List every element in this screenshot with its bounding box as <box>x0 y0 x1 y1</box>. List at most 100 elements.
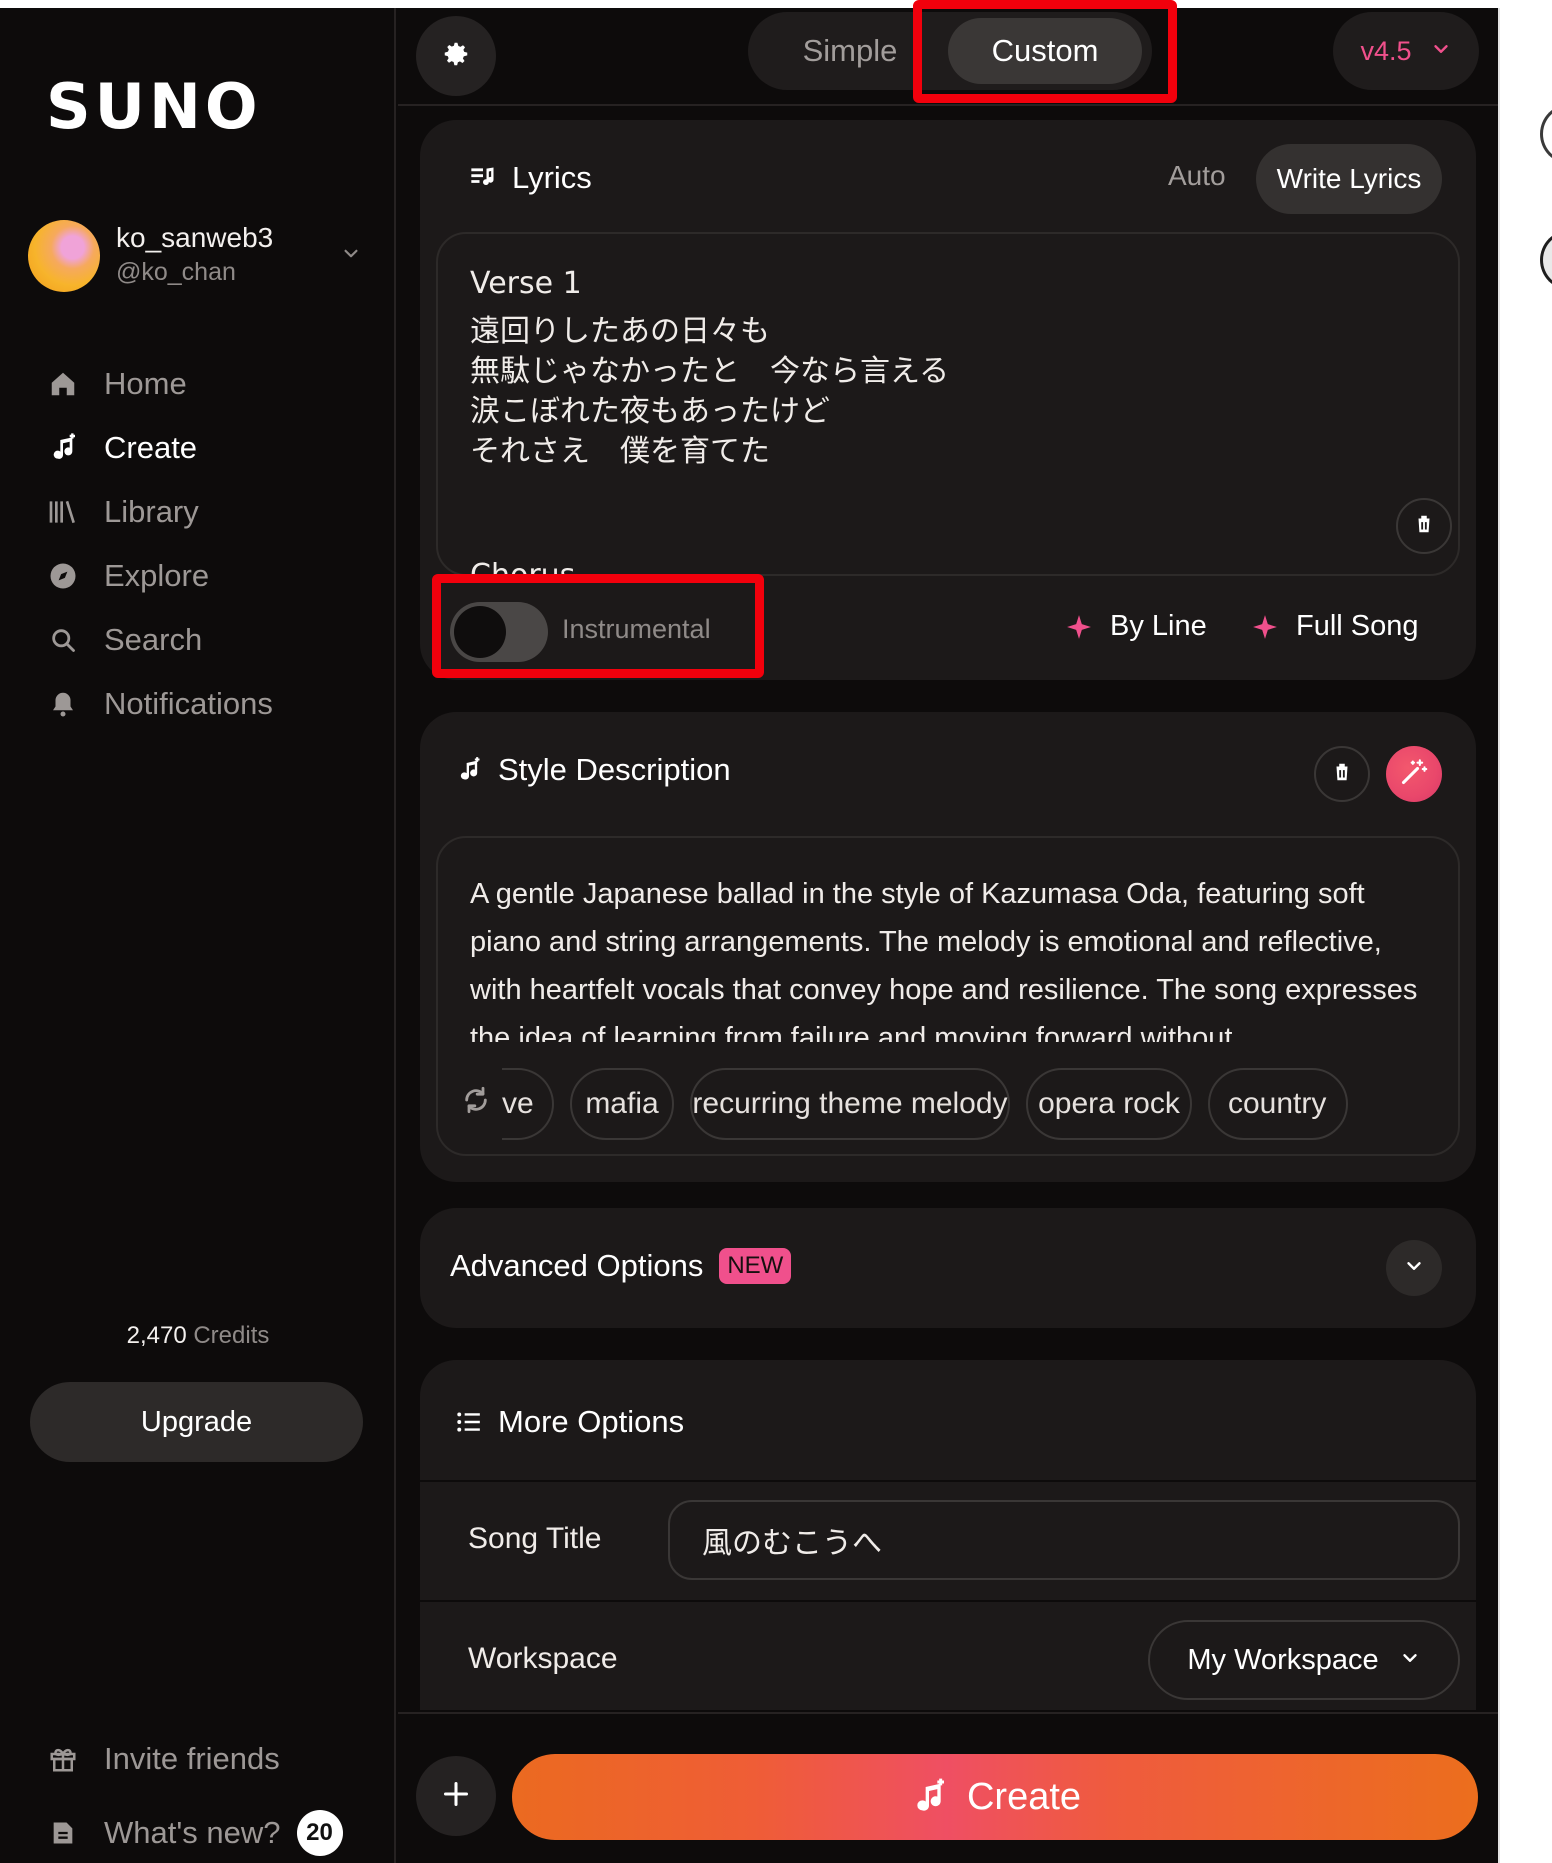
lyrics-card: Lyrics Auto Write Lyrics Verse 1 遠回りしたあの… <box>420 120 1476 680</box>
style-textarea[interactable]: A gentle Japanese ballad in the style of… <box>436 836 1460 1156</box>
credits-label: Credits <box>193 1322 270 1349</box>
lyrics-mode-auto[interactable]: Auto <box>1168 160 1226 192</box>
style-title: Style Description <box>498 752 731 787</box>
create-button-label: Create <box>966 1775 1082 1818</box>
user-name: ko_sanweb3 <box>116 222 274 253</box>
mode-toggle: Simple Custom <box>748 12 1152 90</box>
more-options-header[interactable]: More Options <box>454 1404 684 1440</box>
sidebar-item-home[interactable]: Home <box>46 356 366 412</box>
workspace-select[interactable]: My Workspace <box>1148 1620 1460 1700</box>
full-song-button[interactable]: Full Song <box>1252 610 1419 643</box>
chevron-down-icon[interactable] <box>338 240 364 266</box>
plus-icon <box>442 1780 470 1813</box>
song-title-input[interactable]: 風のむこうへ <box>668 1500 1460 1580</box>
song-title-label: Song Title <box>468 1522 602 1555</box>
magic-wand-button[interactable] <box>1386 746 1442 802</box>
chevron-down-icon <box>1430 36 1452 67</box>
sidebar-item-search[interactable]: Search <box>46 612 366 668</box>
instrumental-toggle[interactable] <box>450 602 548 662</box>
style-tag-list: ve mafia recurring theme melody opera ro… <box>438 1064 1458 1140</box>
sidebar-item-create[interactable]: Create <box>46 420 366 476</box>
style-tag[interactable]: opera rock <box>1026 1068 1192 1140</box>
bell-icon <box>46 687 80 721</box>
tab-custom[interactable]: Custom <box>948 18 1142 84</box>
credits-value: 2,470 <box>126 1322 187 1349</box>
home-icon <box>46 367 80 401</box>
user-profile[interactable]: ko_sanweb3 @ko_chan <box>28 220 368 294</box>
lyrics-header: Lyrics <box>468 160 592 196</box>
refresh-icon <box>462 1086 490 1119</box>
sidebar-item-label: Notifications <box>104 686 273 721</box>
list-icon <box>454 1407 484 1437</box>
sidebar-item-explore[interactable]: Explore <box>46 548 366 604</box>
advanced-options-title: Advanced Options <box>450 1248 704 1283</box>
divider <box>1498 8 1500 1863</box>
by-line-button[interactable]: By Line <box>1066 610 1207 643</box>
workspace-value: My Workspace <box>1187 1643 1379 1676</box>
style-header: Style Description <box>454 752 731 788</box>
lyrics-textarea[interactable]: Verse 1 遠回りしたあの日々も 無駄じゃなかったと 今なら言える 涙こぼれ… <box>436 232 1460 576</box>
create-bottom-bar: Create <box>398 1712 1498 1863</box>
search-icon <box>46 623 80 657</box>
upgrade-button[interactable]: Upgrade <box>30 1382 363 1462</box>
new-badge: NEW <box>719 1248 792 1284</box>
style-tag[interactable]: ve <box>502 1068 554 1140</box>
lyrics-icon <box>468 163 498 193</box>
sparkle-icon <box>1252 614 1278 640</box>
style-tag[interactable]: country <box>1208 1068 1348 1140</box>
add-button[interactable] <box>416 1756 496 1836</box>
music-note-icon <box>454 755 484 785</box>
whats-new-label: What's new? <box>104 1815 281 1850</box>
clear-style-button[interactable] <box>1314 746 1370 802</box>
invite-friends-link[interactable]: Invite friends <box>46 1734 280 1784</box>
trash-icon <box>1413 513 1435 540</box>
suno-logo[interactable]: SUNO <box>46 70 262 143</box>
edge-button[interactable] <box>1540 230 1552 290</box>
compass-icon <box>46 559 80 593</box>
top-strip <box>0 0 1552 8</box>
refresh-tags-button[interactable] <box>456 1082 496 1122</box>
gear-icon <box>441 39 471 74</box>
lyrics-title: Lyrics <box>512 160 592 195</box>
expand-advanced-button[interactable] <box>1386 1240 1442 1296</box>
style-tag[interactable]: mafia <box>570 1068 674 1140</box>
document-icon <box>46 1816 80 1850</box>
style-tag[interactable]: recurring theme melody <box>690 1068 1010 1140</box>
credits-display: 2,470 Credits <box>0 1322 396 1350</box>
more-options-title: More Options <box>498 1404 685 1439</box>
right-edge-panel <box>1498 8 1552 1863</box>
sidebar-item-label: Create <box>104 430 198 465</box>
create-music-icon <box>46 431 80 465</box>
sidebar-item-label: Explore <box>104 558 210 593</box>
whats-new-count-badge: 20 <box>296 1810 343 1856</box>
clear-lyrics-button[interactable] <box>1396 498 1452 554</box>
advanced-options-card[interactable]: Advanced Options NEW <box>420 1208 1476 1328</box>
magic-wand-icon <box>1400 758 1428 791</box>
sidebar-item-library[interactable]: Library <box>46 484 366 540</box>
workspace-label: Workspace <box>468 1642 618 1675</box>
whats-new-link[interactable]: What's new? 20 <box>46 1808 343 1858</box>
create-button[interactable]: Create <box>512 1754 1478 1840</box>
divider <box>420 1600 1476 1602</box>
song-title-value: 風のむこうへ <box>702 1526 882 1561</box>
model-version-label: v4.5 <box>1360 35 1412 66</box>
settings-button[interactable] <box>416 16 496 96</box>
divider <box>420 1480 1476 1482</box>
instrumental-label: Instrumental <box>562 614 711 644</box>
model-version-select[interactable]: v4.5 <box>1333 12 1479 90</box>
tab-simple[interactable]: Simple <box>760 18 940 84</box>
trash-icon <box>1331 761 1353 788</box>
sidebar-item-notifications[interactable]: Notifications <box>46 676 366 732</box>
invite-friends-label: Invite friends <box>104 1741 280 1776</box>
chevron-down-icon <box>1403 1255 1425 1282</box>
edge-button[interactable] <box>1540 104 1552 164</box>
full-song-label: Full Song <box>1296 610 1419 642</box>
avatar <box>28 220 100 292</box>
lyrics-mode-write[interactable]: Write Lyrics <box>1256 144 1442 214</box>
lyric-line: Verse 1 <box>470 266 582 301</box>
chevron-down-icon <box>1399 1644 1421 1677</box>
lyric-line: 無駄じゃなかったと 今なら言える <box>470 354 950 389</box>
gift-icon <box>46 1742 80 1776</box>
lyric-line: 涙こぼれた夜もあったけど <box>470 394 830 429</box>
lyric-line: Chorus <box>470 558 576 576</box>
